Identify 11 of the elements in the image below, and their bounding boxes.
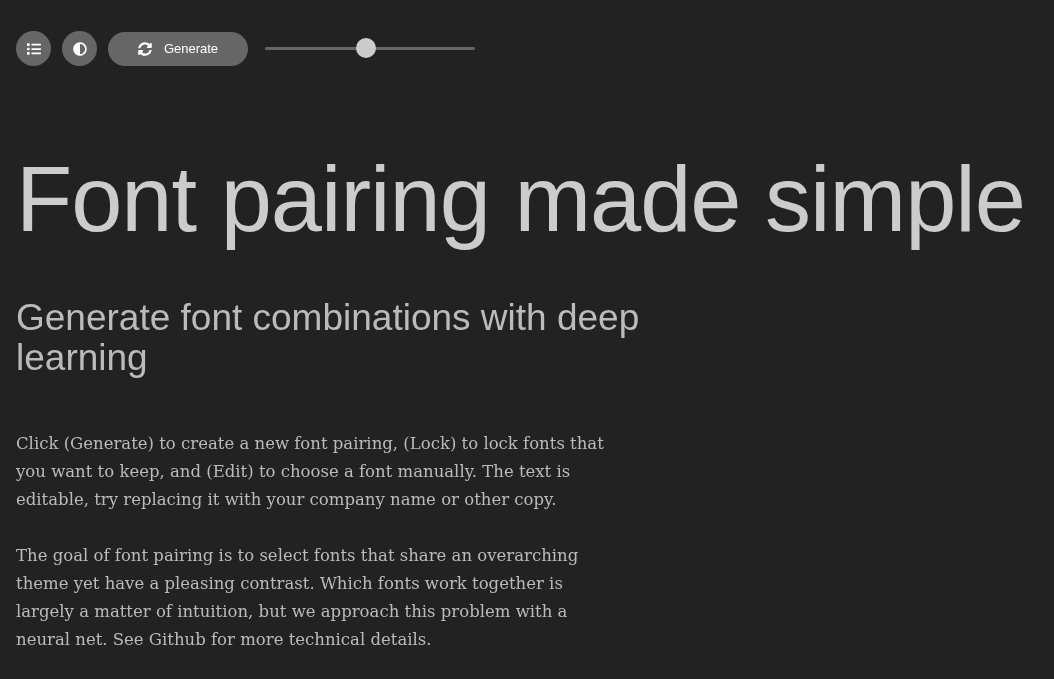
- page-title: Font pairing made simple: [16, 147, 1025, 252]
- page-subtitle: Generate font combinations with deep learning: [16, 298, 641, 378]
- contrast-icon: [72, 41, 87, 56]
- contrast-button[interactable]: [62, 31, 97, 66]
- slider-thumb[interactable]: [355, 38, 376, 58]
- body-paragraph: Click (Generate) to create a new font pairing, (Lock) to lock fonts that you want to keep, and (Edit) to choose a font manually. The text is editable, try replacing it with your company name or other copy.: [16, 433, 605, 511]
- refresh-icon: [137, 41, 152, 56]
- generate-button[interactable]: Generate: [108, 31, 248, 66]
- body-paragraph: The goal of font pairing is to select fonts that share an overarching theme yet have a pleasing contrast. Which fonts work together is largely a matter of intuition, but we approach this problem with a neural net. See Github for more technical details.: [16, 545, 580, 651]
- list-button[interactable]: [16, 31, 51, 66]
- list-icon: [26, 41, 41, 56]
